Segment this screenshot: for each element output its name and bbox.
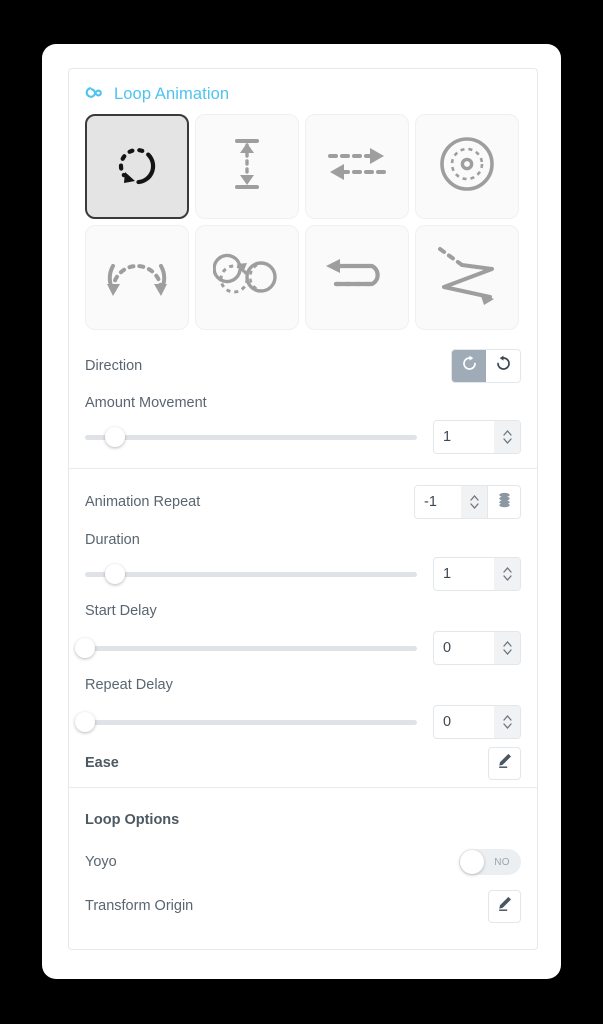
loop-options-section: Loop Options Yoyo NO Transform Origin (69, 788, 537, 928)
rotate-cw-icon (461, 355, 478, 377)
start-delay-label-row: Start Delay (85, 591, 521, 631)
start-delay-label: Start Delay (85, 603, 157, 619)
yoyo-row: Yoyo NO (85, 840, 521, 884)
slider-thumb[interactable] (75, 712, 95, 732)
amount-movement-label: Amount Movement (85, 395, 207, 411)
start-delay-stepper[interactable] (494, 632, 520, 664)
concentric-circles-icon (436, 133, 498, 200)
preset-tile-zigzag-path[interactable] (415, 225, 519, 330)
animation-repeat-stepper[interactable] (461, 486, 487, 518)
preset-tile-arc-swing[interactable] (85, 225, 189, 330)
start-delay-slider[interactable] (75, 638, 417, 658)
vertical-double-arrow-icon (219, 133, 275, 200)
start-delay-control-row: 0 (75, 631, 521, 665)
infinity-icon (85, 86, 105, 104)
circle-morph-icon (212, 247, 281, 308)
arc-two-arrows-icon (105, 246, 169, 309)
transform-origin-row: Transform Origin (85, 884, 521, 928)
amount-movement-input[interactable]: 1 (433, 420, 521, 454)
duration-stepper[interactable] (494, 558, 520, 590)
direction-label: Direction (85, 358, 143, 374)
toggle-knob (460, 850, 484, 874)
duration-slider[interactable] (85, 564, 417, 584)
duration-input[interactable]: 1 (433, 557, 521, 591)
page-title: Loop Animation (114, 85, 230, 103)
preset-tile-vertical-movement[interactable] (195, 114, 299, 219)
slider-track (85, 645, 417, 651)
direction-toggle-group[interactable] (451, 349, 521, 383)
direction-clockwise-button[interactable] (452, 350, 486, 382)
transform-origin-label: Transform Origin (85, 898, 194, 914)
movement-section: Direction Amount Movement 1 (69, 330, 537, 468)
slider-thumb[interactable] (104, 427, 125, 447)
slider-thumb[interactable] (75, 638, 95, 658)
preset-tile-horizontal-movement[interactable] (305, 114, 409, 219)
preset-tile-rotate-loop[interactable] (85, 114, 189, 219)
transform-origin-edit-button[interactable] (488, 889, 521, 923)
yoyo-state-label: NO (494, 856, 510, 868)
repeat-delay-control-row: 0 (75, 705, 521, 739)
slider-track (85, 571, 417, 577)
repeat-delay-input[interactable]: 0 (433, 705, 521, 739)
repeat-delay-slider[interactable] (75, 712, 417, 732)
preset-grid (69, 114, 537, 330)
animation-repeat-label: Animation Repeat (85, 494, 201, 510)
amount-movement-label-row: Amount Movement (85, 386, 521, 420)
amount-movement-value: 1 (443, 429, 452, 445)
amount-movement-stepper[interactable] (494, 421, 520, 453)
loop-animation-card: Loop Animation Direction Amount Movement… (42, 44, 561, 979)
animation-repeat-input[interactable]: -1 (415, 486, 487, 518)
loop-options-title: Loop Options (85, 812, 180, 828)
horizontal-dashed-arrows-icon (324, 138, 390, 195)
animation-repeat-value: -1 (424, 494, 437, 510)
preset-tile-circle-morph[interactable] (195, 225, 299, 330)
preset-tile-u-turn-loop[interactable] (305, 225, 409, 330)
database-stack-icon (497, 492, 512, 513)
animation-repeat-row: Animation Repeat -1 (85, 481, 521, 523)
amount-movement-control-row: 1 (85, 420, 521, 468)
preset-tile-orbit[interactable] (415, 114, 519, 219)
ease-row: Ease (85, 739, 521, 787)
animation-repeat-infinite-button[interactable] (487, 486, 520, 518)
pencil-icon (496, 895, 513, 917)
yoyo-label: Yoyo (85, 854, 117, 870)
rotate-ccw-icon (495, 355, 512, 377)
repeat-delay-value: 0 (443, 714, 452, 730)
u-turn-dashed-arrow-icon (322, 252, 392, 303)
start-delay-value: 0 (443, 640, 452, 656)
timing-section: Animation Repeat -1 Duration 1 Start Del… (69, 469, 537, 787)
direction-row: Direction (85, 346, 521, 386)
yoyo-toggle[interactable]: NO (459, 849, 521, 875)
repeat-delay-stepper[interactable] (494, 706, 520, 738)
repeat-delay-label: Repeat Delay (85, 677, 173, 693)
animation-repeat-group: -1 (414, 485, 521, 519)
loop-animation-panel: Loop Animation Direction Amount Movement… (68, 68, 538, 950)
duration-value: 1 (443, 566, 452, 582)
duration-label-row: Duration (85, 523, 521, 557)
slider-track (85, 434, 417, 440)
duration-control-row: 1 (85, 557, 521, 591)
start-delay-input[interactable]: 0 (433, 631, 521, 665)
repeat-delay-label-row: Repeat Delay (85, 665, 521, 705)
slider-thumb[interactable] (104, 564, 125, 584)
panel-header: Loop Animation (69, 69, 537, 114)
amount-movement-slider[interactable] (85, 427, 417, 447)
app-root: Loop Animation Direction Amount Movement… (0, 0, 603, 1024)
duration-label: Duration (85, 532, 140, 548)
direction-counter-clockwise-button[interactable] (486, 350, 520, 382)
slider-track (85, 719, 417, 725)
ease-edit-button[interactable] (488, 746, 521, 780)
zigzag-arrow-icon (434, 243, 500, 312)
ease-label: Ease (85, 755, 119, 771)
pencil-icon (496, 752, 513, 774)
rotate-dashed-arrow-icon (106, 133, 168, 200)
loop-options-header-row: Loop Options (85, 800, 521, 840)
